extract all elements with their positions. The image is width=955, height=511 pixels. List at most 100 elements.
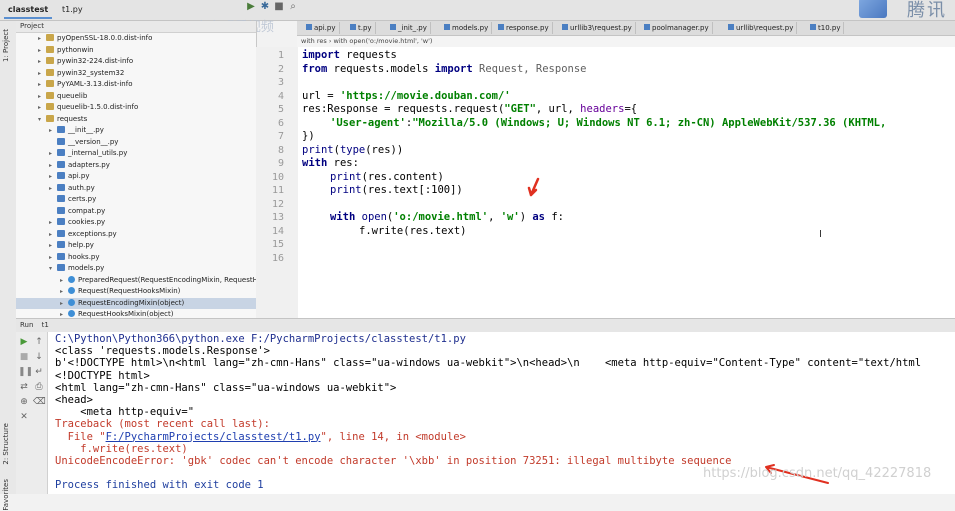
code-line-7: }) [302,130,315,142]
editor-tab-label: t10.py [818,24,841,32]
tab-project[interactable]: 1: Project [2,29,14,62]
editor-breadcrumb-text[interactable]: with res › with open('o:/movie.html', 'w… [297,37,432,45]
expand-arrow-icon[interactable]: ▸ [49,240,57,252]
pause-icon[interactable]: ❚❚ [18,366,33,378]
code-editor[interactable]: import requests from requests.models imp… [298,47,955,318]
tree-item-label: PyYAML-3.13.dist-info [57,80,133,88]
expand-arrow-icon[interactable]: ▾ [49,263,57,275]
expand-arrow-icon[interactable]: ▸ [49,148,57,160]
python-file-icon [57,218,65,225]
tree-item[interactable]: ▸ PyYAML-3.13.dist-info [16,79,256,91]
tree-item[interactable]: ▸ pywin32_system32 [16,68,256,80]
expand-arrow-icon[interactable]: ▸ [49,171,57,183]
search-icon[interactable]: ⌕ [286,1,300,13]
tree-item[interactable]: certs.py [16,194,256,206]
line-number: 8 [277,144,284,156]
editor-tab[interactable]: _init_.py [387,22,431,34]
python-file-icon [57,137,65,145]
tree-item[interactable]: ▸ exceptions.py [16,229,256,241]
stop-run-icon[interactable]: ■ [18,351,30,363]
expand-arrow-icon[interactable]: ▾ [38,114,46,126]
tab-favorites[interactable]: Favorites [2,479,14,511]
code-line-2: from requests.models import Request, Res… [302,62,587,75]
tree-item-label: cookies.py [68,218,106,226]
expand-arrow-icon[interactable]: ▸ [49,183,57,195]
expand-arrow-icon[interactable]: ▸ [38,45,46,57]
python-file-icon [390,24,396,30]
expand-arrow-icon[interactable]: ▸ [49,217,57,229]
editor-tab[interactable]: t10.py [807,22,845,34]
expand-arrow-icon[interactable]: ▸ [38,33,46,45]
tree-item[interactable]: ▸ help.py [16,240,256,252]
print-icon[interactable]: ⎙ [33,381,45,393]
python-file-icon [57,160,65,168]
tree-item[interactable]: ▾ models.py [16,263,256,275]
expand-arrow-icon[interactable]: ▸ [60,275,68,287]
rerun-icon[interactable]: ▶ [18,336,30,348]
editor-tab[interactable]: poolmanager.py [641,22,713,34]
expand-arrow-icon[interactable]: ▸ [38,56,46,68]
tree-item[interactable]: ▸ pywin32-224.dist-info [16,56,256,68]
tree-item[interactable]: ▸ pyOpenSSL-18.0.0.dist-info [16,33,256,45]
tree-item[interactable]: compat.py [16,206,256,218]
tree-item[interactable]: ▸ queuelib [16,91,256,103]
traceback-file-link[interactable]: F:/PycharmProjects/classtest/t1.py [106,431,321,443]
editor-tab[interactable]: urllib\request.py [725,22,798,34]
tree-item[interactable]: ▸ cookies.py [16,217,256,229]
tree-item[interactable]: ▸ queuelib-1.5.0.dist-info [16,102,256,114]
expand-arrow-icon[interactable]: ▸ [49,160,57,172]
editor-tab[interactable]: t.py [347,22,376,34]
breadcrumb-project[interactable]: classtest [4,3,53,19]
tree-item-label: Request(RequestHooksMixin) [78,287,181,295]
soft-wrap-icon[interactable]: ↵ [33,366,45,378]
tree-item-label: adapters.py [68,160,110,169]
tree-item[interactable]: ▸ _internal_utils.py [16,148,256,160]
expand-arrow-icon[interactable]: ▸ [38,102,46,114]
scroll-up-icon[interactable]: ↑ [33,336,45,348]
scroll-down-icon[interactable]: ↓ [33,351,45,363]
tree-item[interactable]: ▸ Request(RequestHooksMixin) [16,286,256,298]
tree-item[interactable]: ▸ hooks.py [16,252,256,264]
console-error-line: UnicodeEncodeError: 'gbk' codec can't en… [55,455,732,467]
tree-item[interactable]: ▸ adapters.py [16,160,256,172]
expand-arrow-icon[interactable]: ▸ [49,252,57,264]
editor-tab[interactable]: urllib3\request.py [559,22,636,34]
editor-tab[interactable]: api.py [303,22,340,34]
pin-icon[interactable]: ⊕ [18,396,30,408]
tree-item[interactable]: ▸ __init__.py [16,125,256,137]
tree-item[interactable]: ▸ RequestEncodingMixin(object) [16,297,256,310]
tree-item[interactable]: ▸ PreparedRequest(RequestEncodingMixin, R… [16,275,256,287]
close-run-icon[interactable]: ✕ [18,411,30,423]
run-icon[interactable]: ▶ [244,1,258,13]
run-tab-t1[interactable]: t1 [36,321,49,329]
editor-tab[interactable]: response.py [495,22,553,34]
console-line: <head> [55,394,93,406]
tree-item[interactable]: ▸ api.py [16,171,256,183]
stop-icon[interactable]: ■ [272,1,286,13]
expand-arrow-icon[interactable]: ▸ [60,298,68,310]
expand-arrow-icon[interactable]: ▸ [38,91,46,103]
breadcrumb-file[interactable]: t1.py [58,3,87,17]
python-file-icon [350,24,356,30]
tree-item[interactable]: ▸ auth.py [16,183,256,195]
expand-arrow-icon[interactable]: ▸ [49,229,57,241]
tree-item[interactable]: __version__.py [16,137,256,149]
debug-icon[interactable]: ✱ [258,1,272,13]
code-line-6: 'User-agent':"Mozilla/5.0 (Windows; U; W… [330,116,887,129]
tree-item[interactable]: ▸ pythonwin [16,45,256,57]
tab-structure[interactable]: 2: Structure [2,423,14,465]
python-file-icon [57,206,65,214]
tree-item-label: api.py [68,172,90,180]
expand-arrow-icon[interactable]: ▸ [60,309,68,318]
expand-arrow-icon[interactable]: ▸ [49,125,57,137]
expand-arrow-icon[interactable]: ▸ [38,79,46,91]
expand-arrow-icon[interactable]: ▸ [38,68,46,80]
folder-icon [46,80,54,87]
tree-item[interactable]: ▾ requests [16,114,256,126]
expand-arrow-icon[interactable]: ▸ [60,286,68,298]
editor-tab[interactable]: models.py [441,22,493,34]
tree-item[interactable]: ▸ RequestHooksMixin(object) [16,309,256,318]
restore-layout-icon[interactable]: ⇄ [18,381,30,393]
tree-item-label: hooks.py [68,252,100,261]
clear-icon[interactable]: ⌫ [33,396,46,408]
